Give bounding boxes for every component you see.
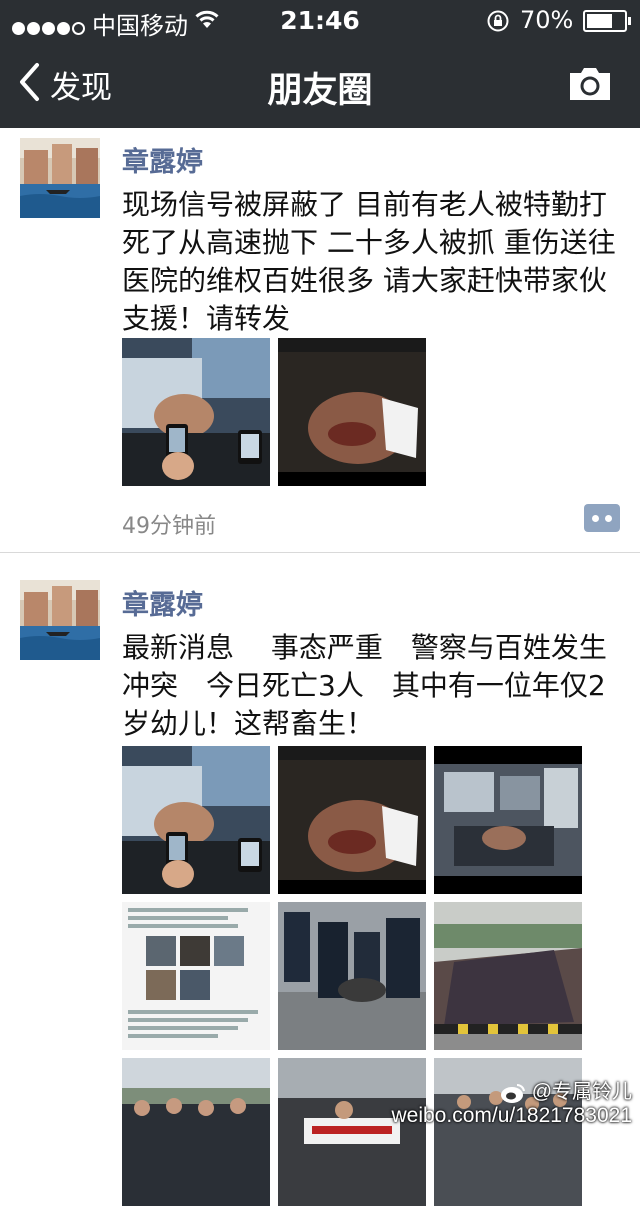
- author-name[interactable]: 章露婷: [122, 583, 203, 622]
- ambulance-interior-photo[interactable]: [434, 746, 582, 894]
- moment-post: 章露婷 最新消息 事态严重 警察与百姓发生 冲突 今日死亡3人 其中有一位年仅2…: [0, 553, 640, 1206]
- weibo-watermark: @专属铃儿 weibo.com/u/1821783021: [391, 1075, 632, 1128]
- author-name[interactable]: 章露婷: [122, 140, 203, 179]
- crowd-road-photo[interactable]: [434, 902, 582, 1050]
- moment-post: 章露婷 现场信号被屏蔽了 目前有老人被特勤打 死了从高速抛下 二十多人被抓 重伤…: [0, 128, 640, 553]
- post-text-line: 死了从高速抛下 二十多人被抓 重伤送往: [122, 226, 616, 259]
- weibo-url: weibo.com/u/1821783021: [391, 1104, 632, 1127]
- navigation-bar: 发现 朋友圈: [0, 40, 640, 128]
- rotation-lock-icon: [486, 9, 510, 39]
- injured-man-phones-photo[interactable]: [122, 746, 270, 894]
- battery-percentage: 70%: [520, 6, 574, 34]
- post-text: 现场信号被屏蔽了 目前有老人被特勤打 死了从高速抛下 二十多人被抓 重伤送往 医…: [122, 186, 622, 338]
- weibo-handle: @专属铃儿: [531, 1081, 632, 1103]
- weibo-logo-icon: [500, 1081, 532, 1103]
- post-text-line: 岁幼儿！这帮畜生！: [122, 707, 375, 740]
- post-text-line: 现场信号被屏蔽了 目前有老人被特勤打: [122, 188, 607, 221]
- injured-elder-bandaged-photo[interactable]: [278, 338, 426, 486]
- chat-screenshot-photo[interactable]: [122, 902, 270, 1050]
- avatar[interactable]: [20, 138, 100, 218]
- police-arrest-photo[interactable]: [278, 902, 426, 1050]
- injured-man-phones-photo[interactable]: [122, 338, 270, 486]
- injured-elder-bandaged-photo[interactable]: [278, 746, 426, 894]
- page-title: 朋友圈: [267, 71, 373, 111]
- post-text-line: 医院的维权百姓很多 请大家赶快带家伙: [122, 264, 607, 297]
- battery-icon: [583, 10, 631, 32]
- avatar[interactable]: [20, 580, 100, 660]
- top-bar: 中国移动 21:46 70% 发现 朋友圈: [0, 0, 640, 128]
- post-timestamp: 49分钟前: [122, 514, 216, 539]
- status-bar: 中国移动 21:46 70%: [0, 0, 640, 40]
- police-line-photo[interactable]: [122, 1058, 270, 1206]
- post-text-line: 冲突 今日死亡3人 其中有一位年仅2: [122, 669, 606, 702]
- comment-icon[interactable]: [584, 504, 620, 532]
- camera-icon[interactable]: [567, 65, 613, 107]
- battery-fill: [587, 14, 612, 28]
- post-text: 最新消息 事态严重 警察与百姓发生 冲突 今日死亡3人 其中有一位年仅2 岁幼儿…: [122, 629, 622, 743]
- post-text-line: 最新消息 事态严重 警察与百姓发生: [122, 631, 607, 664]
- post-text-line: 支援！请转发: [122, 302, 291, 335]
